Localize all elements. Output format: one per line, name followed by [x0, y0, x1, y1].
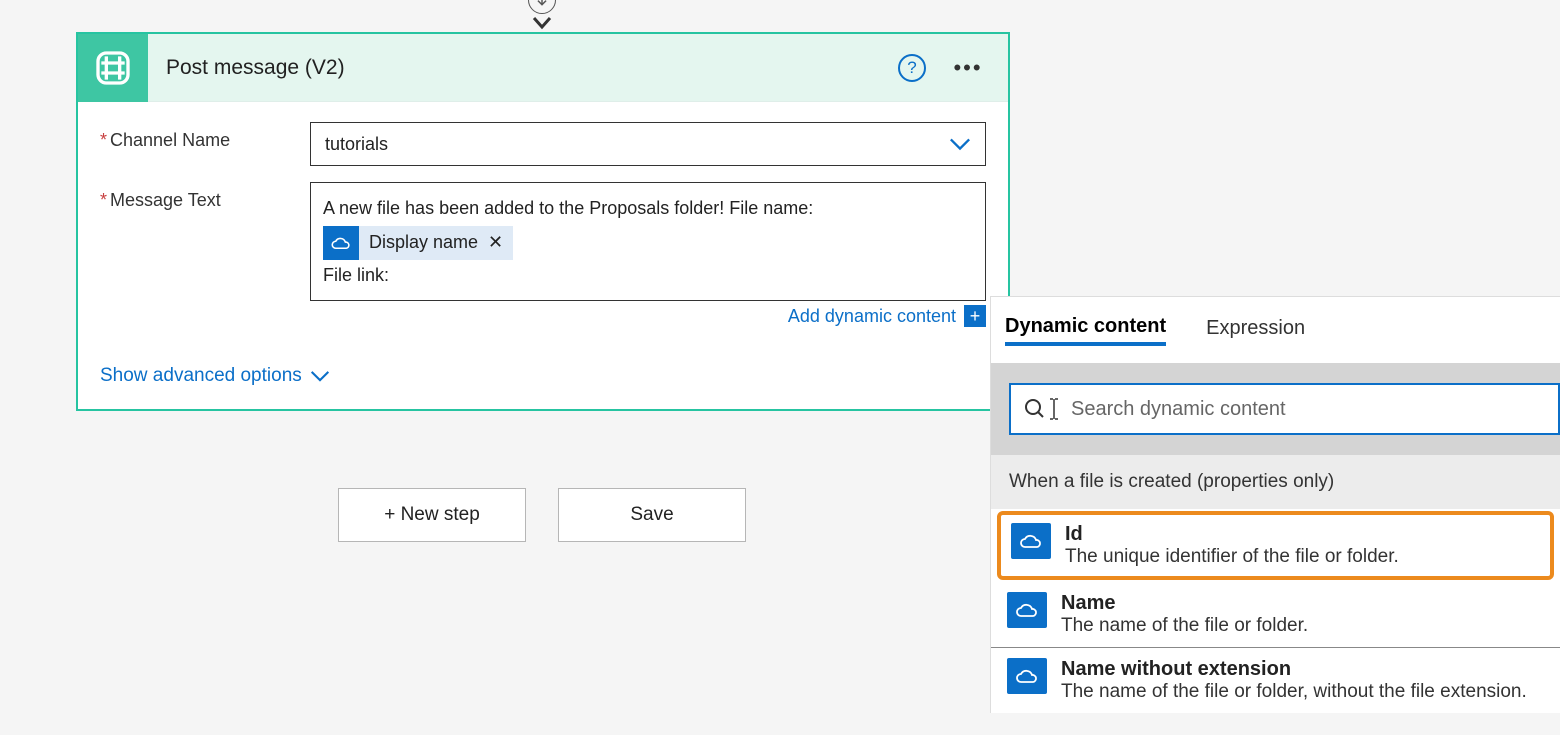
message-text-line1: A new file has been added to the Proposa… [323, 198, 813, 218]
connector-circle [528, 0, 556, 14]
message-text-line2: File link: [323, 265, 389, 285]
panel-group-header: When a file is created (properties only) [991, 455, 1560, 509]
save-label: Save [630, 504, 673, 526]
channel-name-select[interactable]: tutorials [310, 122, 986, 166]
advanced-options-row: Show advanced options [100, 347, 986, 409]
panel-tabs: Dynamic content Expression [991, 297, 1560, 363]
panel-item-text: Name The name of the file or folder. [1061, 592, 1308, 637]
add-dynamic-content-label: Add dynamic content [788, 306, 956, 327]
plus-icon: + [964, 305, 986, 327]
arrow-down-icon [532, 16, 552, 30]
panel-item-title: Name without extension [1061, 658, 1527, 681]
panel-item-name[interactable]: Name The name of the file or folder. [991, 582, 1560, 648]
tab-dynamic-content[interactable]: Dynamic content [1005, 315, 1166, 346]
panel-item-title: Id [1065, 523, 1399, 546]
panel-search-wrap [991, 363, 1560, 455]
new-step-label: + New step [384, 504, 480, 526]
message-text-input[interactable]: A new file has been added to the Proposa… [310, 182, 986, 301]
panel-item-desc: The name of the file or folder. [1061, 615, 1308, 637]
channel-name-label: *Channel Name [100, 122, 310, 166]
message-text-label: *Message Text [100, 182, 310, 331]
channel-name-value: tutorials [325, 134, 388, 155]
search-input[interactable] [1071, 398, 1546, 421]
more-icon[interactable]: ••• [948, 48, 988, 88]
panel-item-title: Name [1061, 592, 1308, 615]
tab-expression[interactable]: Expression [1206, 317, 1305, 344]
panel-item-name-without-ext[interactable]: Name without extension The name of the f… [991, 648, 1560, 713]
arrow-down-icon [535, 0, 549, 7]
flow-connector [504, 0, 580, 32]
onedrive-icon [1011, 523, 1051, 559]
message-text-row: *Message Text A new file has been added … [100, 182, 986, 331]
chevron-down-icon [310, 370, 330, 382]
save-button[interactable]: Save [558, 488, 746, 542]
channel-name-row: *Channel Name tutorials [100, 122, 986, 166]
show-advanced-options-link[interactable]: Show advanced options [100, 365, 330, 387]
dynamic-token-display-name[interactable]: Display name ✕ [323, 226, 513, 260]
hash-icon [93, 48, 133, 88]
card-body: *Channel Name tutorials *Message Text A … [78, 102, 1008, 409]
search-input-wrap[interactable] [1009, 383, 1560, 435]
chevron-down-icon [949, 137, 971, 151]
token-remove-icon[interactable]: ✕ [486, 227, 513, 258]
panel-item-id[interactable]: Id The unique identifier of the file or … [997, 511, 1554, 580]
panel-item-desc: The unique identifier of the file or fol… [1065, 546, 1399, 568]
new-step-button[interactable]: + New step [338, 488, 526, 542]
onedrive-icon [323, 226, 359, 260]
panel-item-desc: The name of the file or folder, without … [1061, 681, 1527, 703]
panel-item-text: Id The unique identifier of the file or … [1065, 523, 1399, 568]
onedrive-icon [1007, 658, 1047, 694]
card-header[interactable]: Post message (V2) ? ••• [78, 34, 1008, 102]
search-icon [1023, 397, 1047, 421]
text-cursor-icon [1047, 396, 1061, 422]
help-icon[interactable]: ? [898, 54, 926, 82]
label-text: Channel Name [110, 130, 230, 150]
add-dynamic-content-row: Add dynamic content + [310, 305, 986, 327]
token-label: Display name [359, 227, 486, 258]
advanced-options-label: Show advanced options [100, 365, 302, 387]
dynamic-content-panel: Dynamic content Expression When a file i… [990, 296, 1560, 713]
label-text: Message Text [110, 190, 221, 210]
card-title: Post message (V2) [148, 56, 898, 80]
onedrive-icon [1007, 592, 1047, 628]
footer-buttons: + New step Save [338, 488, 746, 542]
slack-icon [78, 34, 148, 102]
panel-item-text: Name without extension The name of the f… [1061, 658, 1527, 703]
add-dynamic-content-link[interactable]: Add dynamic content + [788, 305, 986, 327]
action-card: Post message (V2) ? ••• *Channel Name tu… [76, 32, 1010, 411]
